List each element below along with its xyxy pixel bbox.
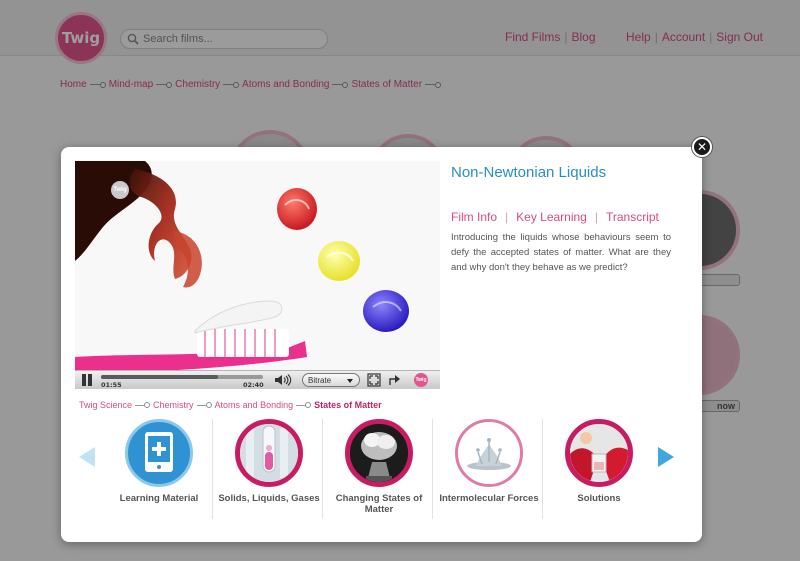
chevron-down-icon — [347, 379, 353, 383]
carousel-item-label: Solutions — [577, 493, 621, 504]
elapsed-time: 01:55 — [101, 381, 122, 389]
breadcrumb-connector — [296, 402, 312, 408]
tablet-plus-icon — [125, 419, 193, 487]
duration-time: 02:40 — [243, 381, 264, 389]
lab-beaker-thumbnail — [565, 419, 633, 487]
video-still-image — [75, 161, 409, 373]
volume-icon[interactable] — [273, 373, 293, 387]
breadcrumb-current: States of Matter — [314, 400, 382, 410]
breadcrumb-connector — [196, 402, 212, 408]
carousel-next-arrow-icon[interactable] — [656, 445, 676, 469]
twig-player-logo[interactable]: Twig — [414, 373, 428, 387]
carousel-item-changing-states[interactable]: Changing States of Matter — [325, 419, 433, 519]
progress-bar[interactable] — [101, 375, 263, 379]
film-tabs: Film Info | Key Learning | Transcript — [451, 210, 659, 224]
modal-close-button[interactable]: ✕ — [692, 137, 712, 157]
water-splash-thumbnail — [455, 419, 523, 487]
video-player[interactable]: Twig 01:55 02:40 Bitrate Twig — [75, 161, 440, 389]
progress-fill — [101, 375, 218, 379]
carousel-prev-arrow-icon[interactable] — [77, 445, 97, 469]
tab-separator: | — [505, 210, 509, 224]
carousel-item-solids-liquids-gases[interactable]: Solids, Liquids, Gases — [215, 419, 323, 519]
breadcrumb-twig-science[interactable]: Twig Science — [79, 400, 132, 410]
film-title: Non-Newtonian Liquids — [451, 164, 607, 181]
carousel-item-label: Learning Material — [119, 493, 199, 504]
tab-separator: | — [594, 210, 598, 224]
test-tube-thumbnail — [235, 419, 303, 487]
film-modal: Twig 01:55 02:40 Bitrate Twig Non-Newton… — [61, 147, 702, 542]
flask-steam-thumbnail — [345, 419, 413, 487]
close-icon: ✕ — [696, 140, 708, 154]
video-frame[interactable]: Twig — [75, 161, 440, 373]
fullscreen-icon[interactable] — [367, 373, 381, 387]
carousel-item-intermolecular-forces[interactable]: Intermolecular Forces — [435, 419, 543, 519]
modal-breadcrumb: Twig Science Chemistry Atoms and Bonding… — [79, 400, 382, 410]
breadcrumb-connector — [135, 402, 151, 408]
bitrate-select[interactable]: Bitrate — [302, 373, 360, 387]
carousel-item-label: Changing States of Matter — [335, 493, 423, 515]
breadcrumb-chemistry[interactable]: Chemistry — [153, 400, 194, 410]
tab-film-info[interactable]: Film Info — [451, 210, 497, 224]
carousel-item-learning-material[interactable]: Learning Material — [105, 419, 213, 519]
tab-key-learning[interactable]: Key Learning — [516, 210, 587, 224]
bitrate-label: Bitrate — [308, 375, 332, 385]
share-icon[interactable] — [388, 373, 402, 387]
tab-transcript[interactable]: Transcript — [606, 210, 659, 224]
carousel-item-label: Solids, Liquids, Gases — [218, 493, 320, 504]
carousel-item-solutions[interactable]: Solutions — [545, 419, 653, 519]
breadcrumb-atoms-bonding[interactable]: Atoms and Bonding — [215, 400, 294, 410]
film-description: Introducing the liquids whose behaviours… — [451, 232, 671, 273]
pause-button[interactable] — [81, 374, 93, 386]
twig-watermark: Twig — [111, 181, 129, 199]
carousel-item-label: Intermolecular Forces — [439, 493, 539, 504]
player-controls: 01:55 02:40 Bitrate Twig — [75, 370, 440, 389]
